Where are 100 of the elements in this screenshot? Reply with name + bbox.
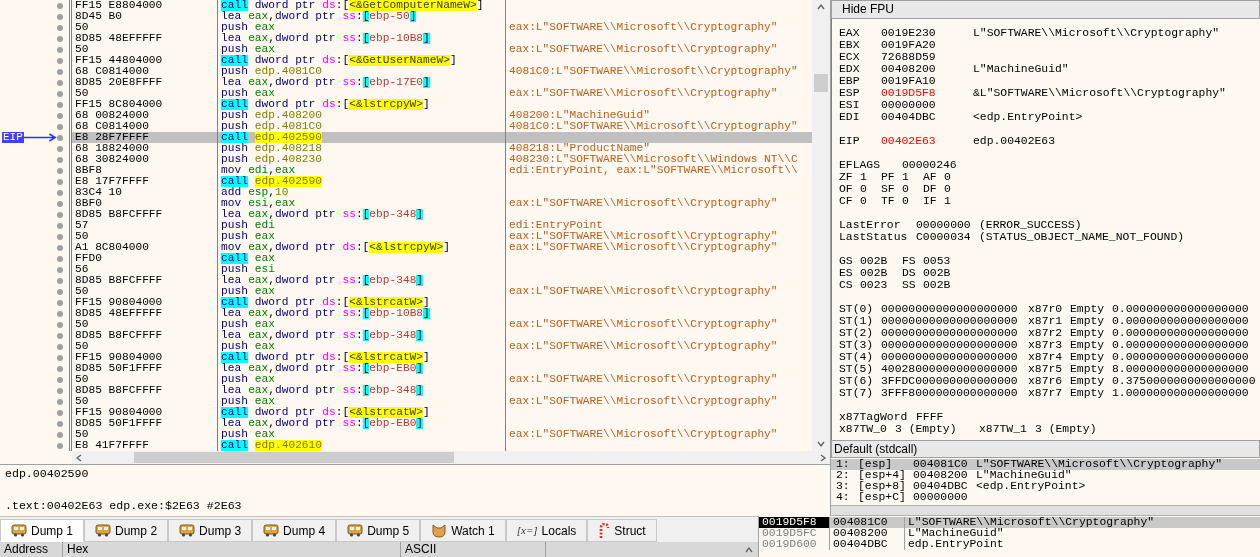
segment-value[interactable]: 002B	[923, 279, 951, 291]
code-row[interactable]: 83C4 10 add esp,10	[72, 187, 812, 198]
instruction-text: lea eax,dword ptr ss:[ebp-348]	[218, 385, 506, 396]
segment-value[interactable]: 002B	[860, 267, 888, 279]
instruction-text: lea eax,dword ptr ss:[ebp-348]	[218, 330, 506, 341]
segment-value[interactable]: 002B	[860, 255, 888, 267]
segment-value[interactable]: 0053	[923, 255, 951, 267]
argument-row[interactable]: 3: [esp+8] 00404DBC <edp.EntryPoint>	[831, 481, 1260, 492]
code-row[interactable]: 8D85 50F1FFFF lea eax,dword ptr ss:[ebp-EB0]	[72, 363, 812, 374]
register-value[interactable]: 3 (Empty)	[895, 423, 957, 435]
register-value[interactable]: 00408200	[881, 63, 973, 75]
flag-value[interactable]: 1	[944, 195, 951, 207]
code-row[interactable]: 68 00824000 push edp.408200 408200:L"MachineGuid"	[72, 110, 812, 121]
panel-tab[interactable]: Dump 2	[84, 519, 169, 542]
panel-tab[interactable]: Watch 1	[420, 519, 506, 542]
register-name: ST(1)	[839, 315, 875, 327]
fpu-value: 0.000000000000000000	[1112, 339, 1249, 351]
register-value[interactable]: 00000000000000000000	[881, 303, 1028, 315]
register-value[interactable]: 00000000000000000000	[881, 327, 1028, 339]
flag-value[interactable]: 0	[944, 171, 951, 183]
panel-tab[interactable]: Dump 5	[336, 519, 421, 542]
panel-tab[interactable]: Struct	[587, 519, 657, 542]
code-row[interactable]: FF15 E8804000 call dword ptr ds:[<&GetComputerNameW>]	[72, 0, 812, 11]
register-value[interactable]: 72688D59	[881, 51, 973, 63]
stack-comment: edp.EntryPoint	[904, 539, 1004, 550]
argument-row[interactable]: 1: [esp] 004081C0 L"SOFTWARE\\Microsoft\\Cryptography"	[831, 459, 1260, 470]
code-row[interactable]: 8D85 B8FCFFFF lea eax,dword ptr ss:[ebp-348]	[72, 209, 812, 220]
stack-row[interactable]: 0019D5FC 00408200 L"MachineGuid"	[759, 528, 1260, 539]
code-row[interactable]: 68 18824000 push edp.408218 408218:L"ProductName"	[72, 143, 812, 154]
code-row[interactable]: 8D85 B8FCFFFF lea eax,dword ptr ss:[ebp-348]	[72, 275, 812, 286]
code-row[interactable]: 8D45 B0 lea eax,dword ptr ss:[ebp-50]	[72, 11, 812, 22]
register-name: ST(2)	[839, 327, 875, 339]
code-row[interactable]: 8D85 50F1FFFF lea eax,dword ptr ss:[ebp-EB0]	[72, 418, 812, 429]
register-name: ECX	[839, 51, 861, 63]
segment-value[interactable]: 002B	[923, 267, 951, 279]
code-row[interactable]: 8D85 48EFFFFF lea eax,dword ptr ss:[ebp-10B8]	[72, 33, 812, 44]
column-header[interactable]: Address	[0, 542, 63, 557]
register-value[interactable]: 3FFF8000000000000000	[881, 387, 1028, 399]
panel-tab[interactable]: Dump 4	[252, 519, 337, 542]
stack-row[interactable]: 0019D600 00404DBC edp.EntryPoint	[759, 539, 1260, 550]
code-row[interactable]: E8 17F7FFFF call edp.402590	[72, 176, 812, 187]
register-value[interactable]: 00000246	[902, 159, 957, 171]
segment-name: FS	[902, 255, 917, 267]
code-row[interactable]: A1 8C804000 mov eax,dword ptr ds:[<&lstrcpyW>] eax:L"SOFTWARE\\Microsoft\\Cryptography"	[72, 242, 812, 253]
code-row[interactable]: 8D85 B8FCFFFF lea eax,dword ptr ss:[ebp-348]	[72, 330, 812, 341]
argument-row[interactable]: 2: [esp+4] 00408200 L"MachineGuid"	[831, 470, 1260, 481]
flag-value[interactable]: 0	[902, 195, 909, 207]
code-row[interactable]: 8D85 20E8FFFF lea eax,dword ptr ss:[ebp-17E0]	[72, 77, 812, 88]
register-value[interactable]: 00000000000000000000	[881, 339, 1028, 351]
register-value[interactable]: 00000000000000000000	[881, 351, 1028, 363]
panel-tab[interactable]: [x=] Locals	[505, 519, 588, 542]
register-value[interactable]: 00402E63	[881, 135, 973, 147]
code-row[interactable]: 8D85 B8FCFFFF lea eax,dword ptr ss:[ebp-348]	[72, 385, 812, 396]
column-header[interactable]: ASCII	[401, 542, 546, 557]
argument-row[interactable]: 4: [esp+C] 00000000	[831, 492, 1260, 503]
register-value[interactable]: 00404DBC	[881, 111, 973, 123]
register-value[interactable]: 00000000	[881, 99, 973, 111]
stack-row[interactable]: 0019D5F8 004081C0 L"SOFTWARE\\Microsoft\\Cryptography"	[759, 517, 1260, 528]
register-value[interactable]: 40028000000000000000	[881, 363, 1028, 375]
hide-fpu-button[interactable]: Hide FPU	[831, 0, 1260, 19]
flag-value[interactable]: 1	[902, 171, 909, 183]
convention-dropdown[interactable]: Default (stdcall)	[831, 440, 1260, 458]
code-row[interactable]: FF15 90804000 call dword ptr ds:[<&lstrcatW>]	[72, 407, 812, 418]
flag-name: DF	[923, 183, 938, 195]
panel-tab[interactable]: Dump 3	[168, 519, 253, 542]
fpu-tag: Empty	[1070, 351, 1112, 363]
code-row[interactable]: FF15 8C804000 call dword ptr ds:[<&lstrcpyW>]	[72, 99, 812, 110]
flag-value[interactable]: 1	[860, 171, 867, 183]
register-value[interactable]: 3 (Empty)	[1035, 423, 1097, 435]
code-row[interactable]: 57 push edi edi:EntryPoint	[72, 220, 812, 231]
code-row[interactable]: 8D85 48EFFFFF lea eax,dword ptr ss:[ebp-10B8]	[72, 308, 812, 319]
code-row[interactable]: FFD0 call eax	[72, 253, 812, 264]
column-header[interactable]: Hex	[63, 542, 401, 557]
code-row[interactable]: 68 30824000 push edp.408230 408230:L"SOFTWARE\\Microsoft\\Windows NT\\C	[72, 154, 812, 165]
register-value[interactable]: FFFF	[916, 411, 944, 423]
flag-name: ZF	[839, 171, 854, 183]
register-value[interactable]: 0019FA20	[881, 39, 973, 51]
register-value[interactable]: 00000000	[916, 219, 979, 231]
register-value[interactable]: C0000034	[916, 231, 979, 243]
register-value[interactable]: 0019FA10	[881, 75, 973, 87]
bytes-cell: 8BF8	[72, 165, 218, 176]
register-value[interactable]: 3FFDC000000000000000	[881, 375, 1028, 387]
code-row[interactable]: FF15 90804000 call dword ptr ds:[<&lstrcatW>]	[72, 352, 812, 363]
flag-value[interactable]: 0	[944, 183, 951, 195]
register-value[interactable]: 0019E230	[881, 27, 973, 39]
panel-tab[interactable]: Dump 1	[0, 519, 85, 542]
code-row[interactable]: FF15 90804000 call dword ptr ds:[<&lstrcatW>]	[72, 297, 812, 308]
fpu-tag: Empty	[1070, 327, 1112, 339]
argument-location: [esp+4]	[858, 470, 907, 481]
register-value[interactable]: 0019D5F8	[881, 87, 973, 99]
flag-value[interactable]: 0	[860, 183, 867, 195]
bytes-cell: FF15 90804000	[72, 407, 218, 418]
register-value[interactable]: 00000000000000000000	[881, 315, 1028, 327]
code-row[interactable]: E8 28F7FFFF call edp.402590	[72, 132, 812, 143]
bytes-cell: 8D85 B8FCFFFF	[72, 209, 218, 220]
segment-value[interactable]: 0023	[860, 279, 888, 291]
flag-value[interactable]: 0	[860, 195, 867, 207]
bytes-cell: E8 28F7FFFF	[72, 132, 218, 143]
flag-value[interactable]: 0	[902, 183, 909, 195]
bytes-cell: FF15 E8804000	[72, 0, 218, 11]
